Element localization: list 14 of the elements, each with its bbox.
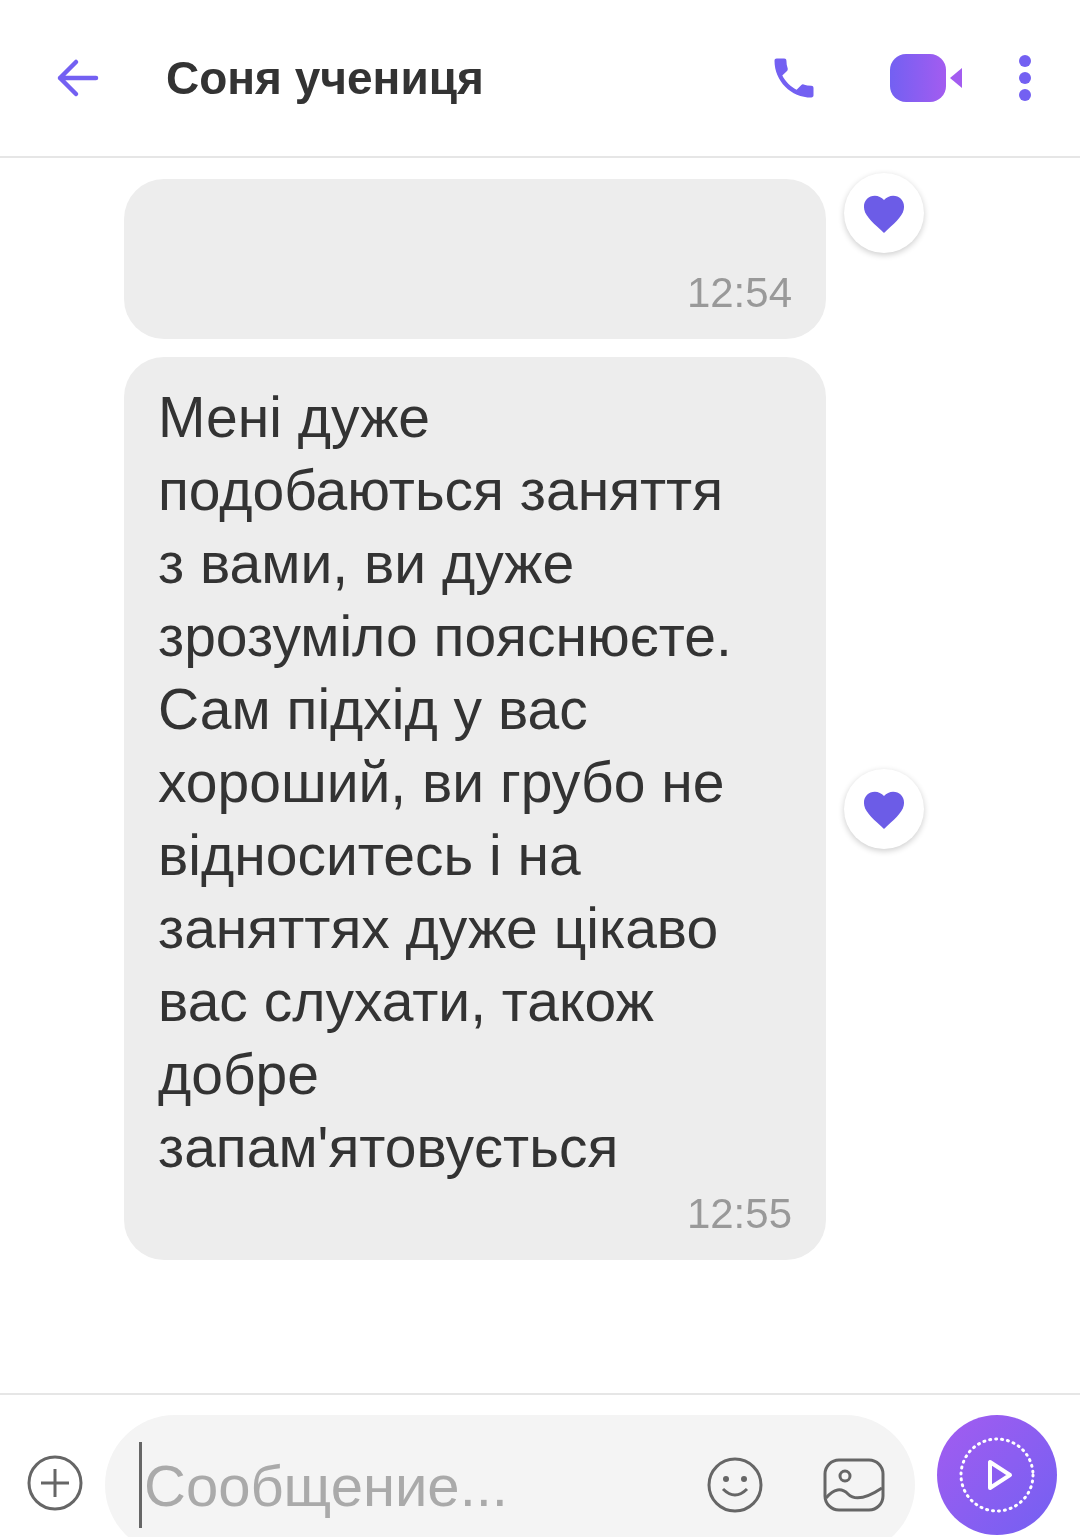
message-time: 12:54 [686,269,792,317]
message-input[interactable]: Сообщение... [139,1442,707,1528]
video-camera-icon[interactable] [890,52,964,104]
add-icon[interactable] [27,1455,83,1511]
message-time: 12:55 [686,1190,792,1238]
like-button[interactable] [844,768,924,849]
image-icon[interactable] [823,1458,885,1512]
smiley-icon[interactable] [707,1457,763,1513]
contact-name: Соня учениця [166,51,485,105]
message-text: Мені дуже подобаються заняття з вами, ви дуже зрозуміло пояснюєте. Сам підхід у вас хороший, ви грубо не відноситесь і на заняттях дуже цікаво вас слухати, також добре запам'ятовується [158,384,733,1181]
play-icon [957,1435,1037,1515]
more-options-icon[interactable] [1018,54,1032,102]
message-field[interactable]: Сообщение... [105,1415,915,1537]
like-button[interactable] [844,173,924,253]
